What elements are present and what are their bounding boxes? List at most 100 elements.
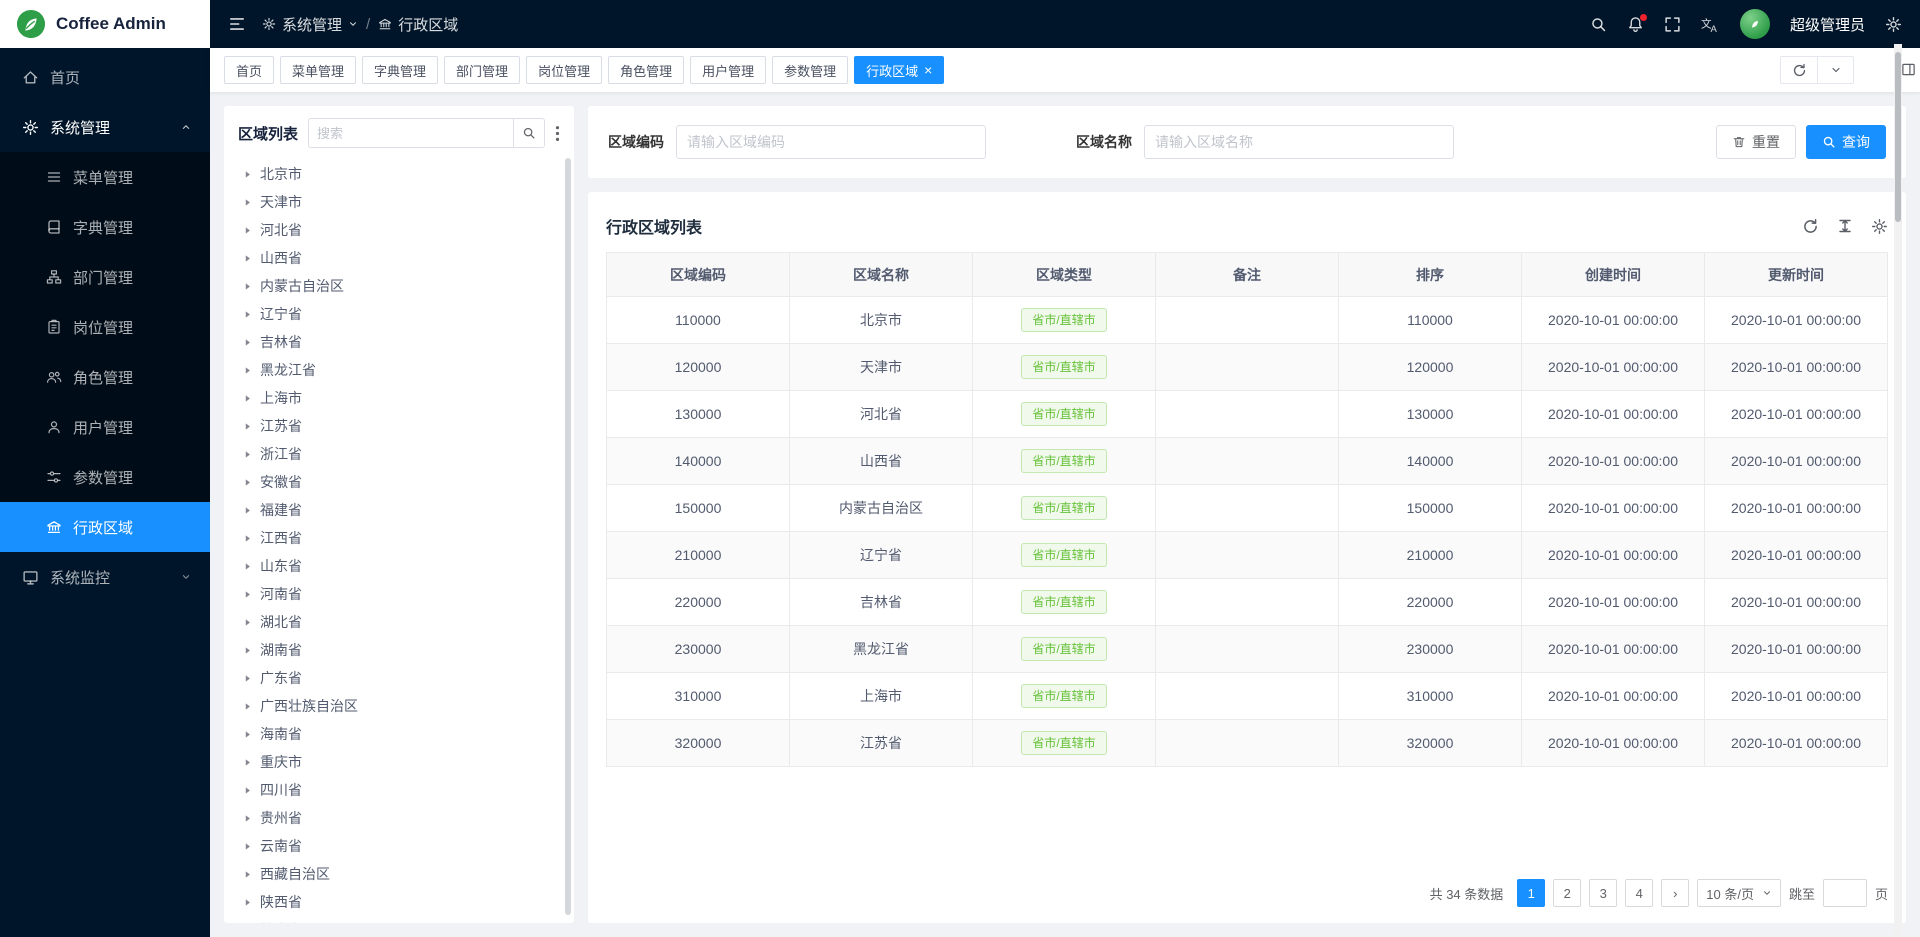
caret-right-icon[interactable] — [242, 533, 253, 544]
panel-layout-icon[interactable] — [1901, 62, 1916, 77]
tree-scrollbar[interactable] — [565, 158, 571, 915]
caret-right-icon[interactable] — [242, 617, 253, 628]
tree-node[interactable]: 广东省 — [238, 664, 560, 692]
caret-right-icon[interactable] — [242, 169, 253, 180]
search-button[interactable]: 查询 — [1806, 125, 1886, 159]
table-row[interactable]: 150000 内蒙古自治区 省市/直辖市 150000 2020-10-01 0… — [607, 485, 1888, 532]
column-header[interactable]: 区域名称 — [790, 253, 973, 297]
caret-right-icon[interactable] — [242, 393, 253, 404]
caret-right-icon[interactable] — [242, 197, 253, 208]
tree-node[interactable]: 湖南省 — [238, 636, 560, 664]
column-settings-gear-icon[interactable] — [1871, 218, 1888, 235]
caret-right-icon[interactable] — [242, 729, 253, 740]
tree-node[interactable]: 山东省 — [238, 552, 560, 580]
tab[interactable]: 角色管理 × — [608, 56, 684, 84]
sidebar-subitem-post[interactable]: 岗位管理 — [0, 302, 210, 352]
settings-gear-icon[interactable] — [1885, 16, 1902, 33]
sidebar-subitem-dept[interactable]: 部门管理 — [0, 252, 210, 302]
tree-node[interactable]: 云南省 — [238, 832, 560, 860]
tree-node[interactable]: 内蒙古自治区 — [238, 272, 560, 300]
column-header[interactable]: 更新时间 — [1705, 253, 1888, 297]
reset-button[interactable]: 重置 — [1716, 125, 1796, 159]
caret-right-icon[interactable] — [242, 449, 253, 460]
sidebar-subitem-dict[interactable]: 字典管理 — [0, 202, 210, 252]
tree-search-input[interactable] — [308, 118, 513, 148]
tree-node[interactable]: 重庆市 — [238, 748, 560, 776]
table-row[interactable]: 220000 吉林省 省市/直辖市 220000 2020-10-01 00:0… — [607, 579, 1888, 626]
breadcrumb-section[interactable]: 系统管理 — [262, 14, 358, 35]
sidebar-toggle-icon[interactable] — [228, 15, 246, 33]
tab[interactable]: 岗位管理 × — [526, 56, 602, 84]
scrollbar-thumb[interactable] — [1895, 52, 1901, 222]
tree-node[interactable]: 吉林省 — [238, 328, 560, 356]
table-row[interactable]: 130000 河北省 省市/直辖市 130000 2020-10-01 00:0… — [607, 391, 1888, 438]
more-dots-icon[interactable] — [555, 125, 560, 142]
refresh-icon[interactable] — [1802, 218, 1819, 235]
column-header[interactable]: 备注 — [1156, 253, 1339, 297]
sidebar-subitem-user[interactable]: 用户管理 — [0, 402, 210, 452]
caret-right-icon[interactable] — [242, 645, 253, 656]
caret-right-icon[interactable] — [242, 813, 253, 824]
caret-right-icon[interactable] — [242, 505, 253, 516]
tree-node[interactable]: 河南省 — [238, 580, 560, 608]
table-row[interactable]: 320000 江苏省 省市/直辖市 320000 2020-10-01 00:0… — [607, 720, 1888, 767]
tab-close-icon[interactable]: × — [924, 63, 932, 77]
tree-node[interactable]: 贵州省 — [238, 804, 560, 832]
sidebar-item-system[interactable]: 系统管理 — [0, 102, 210, 152]
user-name[interactable]: 超级管理员 — [1790, 14, 1865, 35]
caret-right-icon[interactable] — [242, 309, 253, 320]
search-icon[interactable] — [1590, 16, 1607, 33]
tree-node[interactable]: 江苏省 — [238, 412, 560, 440]
tree-node[interactable]: 福建省 — [238, 496, 560, 524]
tree-node[interactable]: 甘肃省 — [238, 916, 560, 923]
sidebar-subitem-menu[interactable]: 菜单管理 — [0, 152, 210, 202]
caret-right-icon[interactable] — [242, 701, 253, 712]
tree-node[interactable]: 辽宁省 — [238, 300, 560, 328]
tree-node[interactable]: 陕西省 — [238, 888, 560, 916]
table-row[interactable]: 140000 山西省 省市/直辖市 140000 2020-10-01 00:0… — [607, 438, 1888, 485]
tab[interactable]: 部门管理 × — [444, 56, 520, 84]
page-number-button[interactable]: 3 — [1589, 879, 1617, 907]
caret-right-icon[interactable] — [242, 477, 253, 488]
caret-right-icon[interactable] — [242, 897, 253, 908]
bell-icon[interactable] — [1627, 16, 1644, 33]
caret-right-icon[interactable] — [242, 561, 253, 572]
sidebar-item-home[interactable]: 首页 — [0, 52, 210, 102]
chevron-down-icon[interactable] — [1817, 57, 1853, 83]
jump-page-input[interactable] — [1823, 879, 1867, 907]
tab[interactable]: 参数管理 × — [772, 56, 848, 84]
column-header[interactable]: 创建时间 — [1522, 253, 1705, 297]
caret-right-icon[interactable] — [242, 421, 253, 432]
region-name-input[interactable] — [1144, 125, 1454, 159]
caret-right-icon[interactable] — [242, 281, 253, 292]
caret-right-icon[interactable] — [242, 869, 253, 880]
page-number-button[interactable]: 2 — [1553, 879, 1581, 907]
caret-right-icon[interactable] — [242, 253, 253, 264]
sidebar-item-monitor[interactable]: 系统监控 — [0, 552, 210, 602]
page-number-button[interactable]: 1 — [1517, 879, 1545, 907]
app-logo[interactable]: Coffee Admin — [0, 0, 210, 48]
column-header[interactable]: 区域编码 — [607, 253, 790, 297]
tree-node[interactable]: 浙江省 — [238, 440, 560, 468]
caret-right-icon[interactable] — [242, 757, 253, 768]
tab[interactable]: 首页 × — [224, 56, 274, 84]
next-page-button[interactable]: › — [1661, 879, 1689, 907]
tree-node[interactable]: 江西省 — [238, 524, 560, 552]
tab[interactable]: 行政区域 × — [854, 56, 944, 84]
tree-node[interactable]: 海南省 — [238, 720, 560, 748]
page-scrollbar[interactable] — [1894, 44, 1902, 937]
sidebar-subitem-role[interactable]: 角色管理 — [0, 352, 210, 402]
tab[interactable]: 用户管理 × — [690, 56, 766, 84]
tree-node[interactable]: 广西壮族自治区 — [238, 692, 560, 720]
tree-node[interactable]: 湖北省 — [238, 608, 560, 636]
region-code-input[interactable] — [676, 125, 986, 159]
tree-node[interactable]: 北京市 — [238, 160, 560, 188]
caret-right-icon[interactable] — [242, 365, 253, 376]
tree-node[interactable]: 山西省 — [238, 244, 560, 272]
page-number-button[interactable]: 4 — [1625, 879, 1653, 907]
sidebar-subitem-region[interactable]: 行政区域 — [0, 502, 210, 552]
caret-right-icon[interactable] — [242, 841, 253, 852]
tree-node[interactable]: 四川省 — [238, 776, 560, 804]
table-row[interactable]: 310000 上海市 省市/直辖市 310000 2020-10-01 00:0… — [607, 673, 1888, 720]
table-row[interactable]: 230000 黑龙江省 省市/直辖市 230000 2020-10-01 00:… — [607, 626, 1888, 673]
